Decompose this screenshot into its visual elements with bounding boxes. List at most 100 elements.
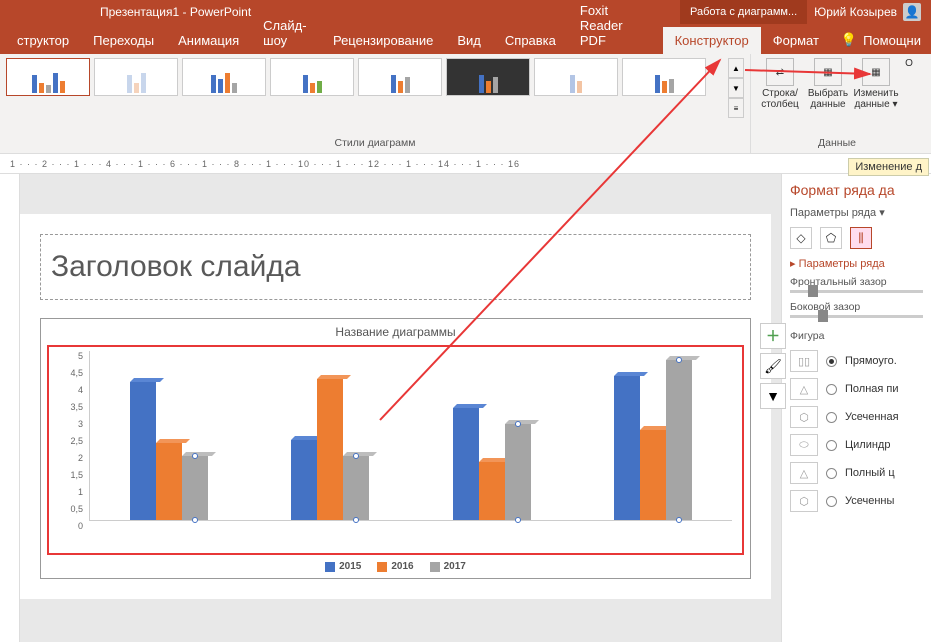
lightbulb-icon: 💡 xyxy=(841,32,857,48)
chart-style-3[interactable] xyxy=(182,58,266,96)
chart-style-4[interactable] xyxy=(270,58,354,96)
bar-2017[interactable] xyxy=(343,456,369,520)
series-options-section[interactable]: ▸ Параметры ряда xyxy=(790,257,923,270)
gallery-more[interactable]: ≡ xyxy=(728,98,744,118)
chart-style-6[interactable] xyxy=(446,58,530,96)
slide-title: Заголовок слайда xyxy=(51,250,740,284)
shape-icon: ⬭ xyxy=(790,434,818,456)
chart-styles-button[interactable]: 🖌 xyxy=(760,353,786,379)
bar-2015[interactable] xyxy=(291,440,317,520)
radio[interactable] xyxy=(826,468,837,479)
tab-view[interactable]: Вид xyxy=(445,27,493,54)
chart-styles-gallery xyxy=(6,58,726,118)
bars-area[interactable] xyxy=(89,351,732,521)
legend-2016: 2016 xyxy=(391,561,413,572)
select-data-button[interactable]: ▦ Выбрать данные xyxy=(805,58,851,110)
bar-2016[interactable] xyxy=(479,462,505,520)
tooltip: Изменение д xyxy=(848,158,929,176)
user-name: Юрий Козырев xyxy=(814,5,897,19)
shape-option-2[interactable]: ⬡Усеченная xyxy=(790,406,923,428)
shape-icon: △ xyxy=(790,462,818,484)
shape-option-4[interactable]: △Полный ц xyxy=(790,462,923,484)
tab-transitions[interactable]: Переходы xyxy=(81,27,166,54)
bar-group[interactable] xyxy=(614,360,692,520)
fill-tab[interactable]: ◇ xyxy=(790,227,812,249)
format-pane-subtitle[interactable]: Параметры ряда ▾ xyxy=(790,206,923,219)
slide-title-placeholder[interactable]: Заголовок слайда xyxy=(40,234,751,300)
shape-icon: ⬡ xyxy=(790,490,818,512)
tab-design[interactable]: Конструктор xyxy=(663,27,761,54)
chart-filter-button[interactable]: ▼ xyxy=(760,383,786,409)
bar-group[interactable] xyxy=(291,379,369,520)
gallery-scroll: ▲ ▼ ≡ xyxy=(728,58,744,118)
tab-animation[interactable]: Анимация xyxy=(166,27,251,54)
gallery-down[interactable]: ▼ xyxy=(728,78,744,98)
horizontal-ruler[interactable]: 1 · · · 2 · · · 1 · · · 4 · · · 1 · · · … xyxy=(0,154,931,174)
radio[interactable] xyxy=(826,412,837,423)
chart-style-7[interactable] xyxy=(534,58,618,96)
titlebar: Презентация1 - PowerPoint Работа с диагр… xyxy=(0,0,931,24)
help-assistant[interactable]: 💡 Помощни xyxy=(831,26,931,54)
bar-2016[interactable] xyxy=(317,379,343,520)
slide-area: Заголовок слайда Название диаграммы 00,5… xyxy=(0,174,781,642)
bar-2017[interactable] xyxy=(666,360,692,520)
chart-title[interactable]: Название диаграммы xyxy=(47,325,744,339)
switch-row-col-button[interactable]: ⇄ Строка/ столбец xyxy=(757,58,803,110)
chart-style-2[interactable] xyxy=(94,58,178,96)
shape-option-1[interactable]: △Полная пи xyxy=(790,378,923,400)
front-gap-slider[interactable] xyxy=(790,290,923,293)
radio[interactable] xyxy=(826,496,837,507)
user-account[interactable]: Юрий Козырев 👤 xyxy=(814,0,921,24)
slide[interactable]: Заголовок слайда Название диаграммы 00,5… xyxy=(20,214,771,599)
vertical-ruler[interactable] xyxy=(0,174,20,642)
tab-review[interactable]: Рецензирование xyxy=(321,27,445,54)
obj-button[interactable]: О xyxy=(901,58,917,110)
styles-group-label: Стили диаграмм xyxy=(6,137,744,149)
data-group-label: Данные xyxy=(757,137,917,149)
effects-tab[interactable]: ⬠ xyxy=(820,227,842,249)
radio[interactable] xyxy=(826,356,837,367)
bar-2015[interactable] xyxy=(614,376,640,520)
bar-2016[interactable] xyxy=(156,443,182,520)
bar-group[interactable] xyxy=(130,382,208,520)
chart-style-1[interactable] xyxy=(6,58,90,96)
tab-konstruktor-prev[interactable]: структор xyxy=(5,27,81,54)
shape-icon: △ xyxy=(790,378,818,400)
format-pane-title: Формат ряда да xyxy=(790,182,923,198)
format-pane: Формат ряда да Параметры ряда ▾ ◇ ⬠ ⫼ ▸ … xyxy=(781,174,931,642)
edit-data-button[interactable]: ▦ Изменить данные ▾ xyxy=(853,58,899,110)
chart-plot-area[interactable]: 00,5 11,5 22,5 33,5 44,5 5 xyxy=(47,345,744,555)
shape-option-3[interactable]: ⬭Цилиндр xyxy=(790,434,923,456)
chart-style-5[interactable] xyxy=(358,58,442,96)
tab-help[interactable]: Справка xyxy=(493,27,568,54)
switch-icon: ⇄ xyxy=(766,58,794,86)
legend-2017: 2017 xyxy=(444,561,466,572)
radio[interactable] xyxy=(826,440,837,451)
avatar-icon: 👤 xyxy=(903,3,921,21)
bar-2016[interactable] xyxy=(640,430,666,520)
workspace: Заголовок слайда Название диаграммы 00,5… xyxy=(0,174,931,642)
chart-style-8[interactable] xyxy=(622,58,706,96)
chart-tools-context[interactable]: Работа с диаграмм... xyxy=(680,0,807,24)
shape-option-5[interactable]: ⬡Усеченны xyxy=(790,490,923,512)
bar-2017[interactable] xyxy=(182,456,208,520)
tab-foxit[interactable]: Foxit Reader PDF xyxy=(568,0,663,54)
chart-styles-group: ▲ ▼ ≡ Стили диаграмм xyxy=(0,54,751,153)
series-tab[interactable]: ⫼ xyxy=(850,227,872,249)
bar-2015[interactable] xyxy=(453,408,479,520)
bar-2017[interactable] xyxy=(505,424,531,520)
bar-2015[interactable] xyxy=(130,382,156,520)
shape-option-0[interactable]: ▯▯Прямоуго. xyxy=(790,350,923,372)
edit-data-icon: ▦ xyxy=(862,58,890,86)
chart-object[interactable]: Название диаграммы 00,5 11,5 22,5 33,5 4… xyxy=(40,318,751,579)
tab-slideshow[interactable]: Слайд-шоу xyxy=(251,12,321,54)
side-gap-slider[interactable] xyxy=(790,315,923,318)
chart-elements-button[interactable]: ＋ xyxy=(760,323,786,349)
radio[interactable] xyxy=(826,384,837,395)
chart-legend[interactable]: 2015 2016 2017 xyxy=(47,561,744,572)
y-axis: 00,5 11,5 22,5 33,5 44,5 5 xyxy=(53,351,83,531)
bar-group[interactable] xyxy=(453,408,531,520)
ribbon: ▲ ▼ ≡ Стили диаграмм ⇄ Строка/ столбец ▦… xyxy=(0,54,931,154)
gallery-up[interactable]: ▲ xyxy=(728,58,744,78)
tab-format[interactable]: Формат xyxy=(761,27,831,54)
